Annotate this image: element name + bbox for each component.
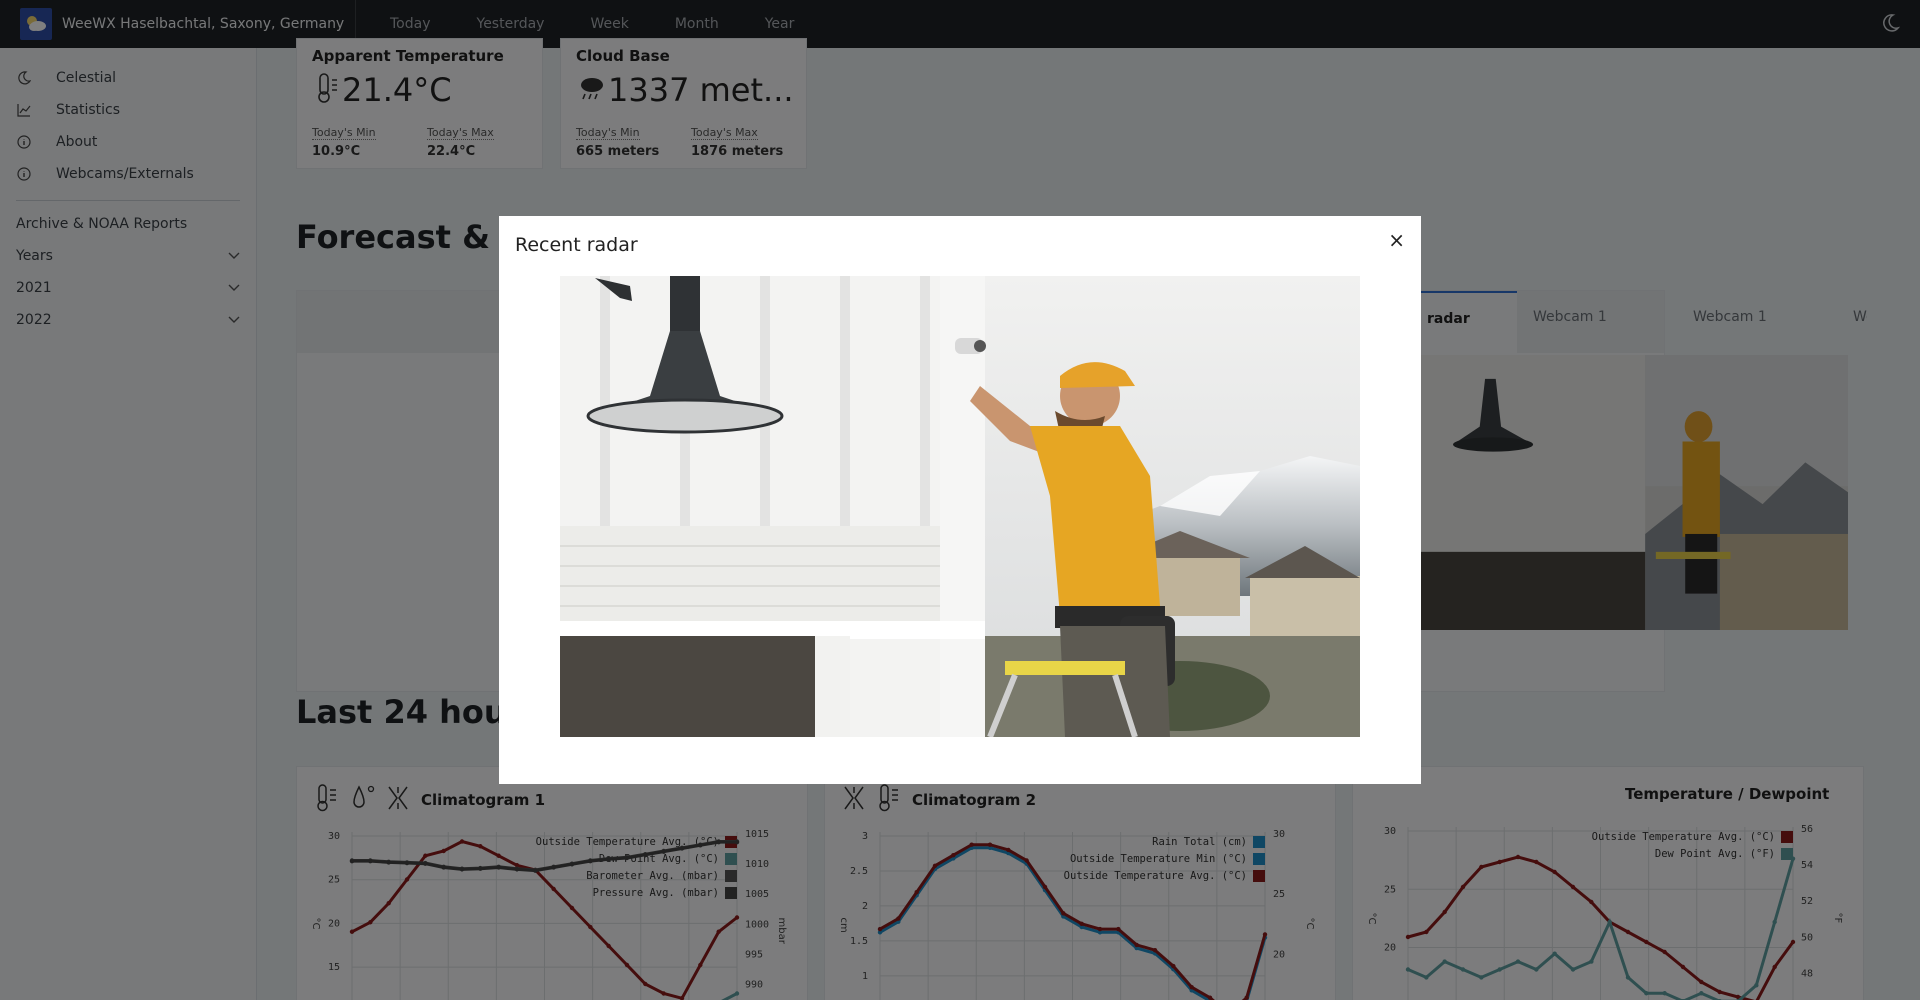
radar-image xyxy=(560,276,1360,737)
radar-modal: Recent radar × xyxy=(499,216,1421,784)
close-icon[interactable]: × xyxy=(1388,228,1405,252)
modal-title: Recent radar xyxy=(515,234,638,256)
